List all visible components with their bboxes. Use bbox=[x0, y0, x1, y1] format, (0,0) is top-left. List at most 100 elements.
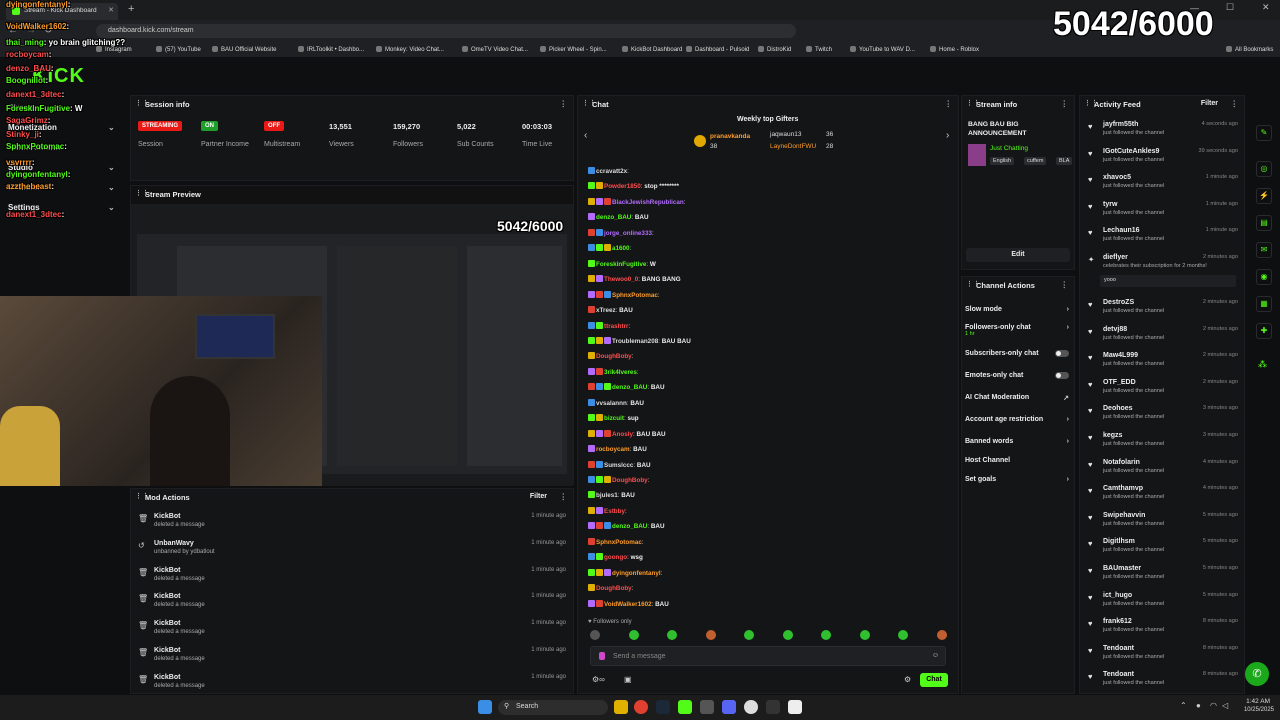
chat-username[interactable]: dyingonfentanyl bbox=[612, 570, 661, 577]
chat-message[interactable]: bizcuit: sup bbox=[588, 414, 639, 422]
clock-time[interactable]: 1:42 AM bbox=[1236, 698, 1270, 705]
chat-username[interactable]: rocboycam bbox=[596, 446, 630, 453]
mod-action-row[interactable]: 🗑 KickBot deleted a message 1 minute ago bbox=[136, 647, 570, 667]
chat-message[interactable]: 3rik4lveres: bbox=[588, 367, 639, 376]
emote-icon[interactable] bbox=[782, 630, 793, 640]
chat-username[interactable]: ForeskinFugitive bbox=[596, 261, 646, 268]
chat-username[interactable]: BlackJewishRepublican bbox=[612, 199, 684, 206]
app-icon[interactable] bbox=[700, 700, 714, 714]
chat-username[interactable]: xTreez bbox=[596, 307, 616, 314]
channel-action-followers-only-chat[interactable]: Followers-only chat 1 hr › bbox=[965, 324, 1069, 338]
activity-user[interactable]: DestroZS bbox=[1103, 299, 1134, 306]
clipboard-icon[interactable]: ▤ bbox=[1256, 215, 1272, 231]
integrations-icon[interactable]: ⁂ bbox=[1258, 359, 1267, 370]
chat-message[interactable]: denzo_BAU: BAU bbox=[588, 522, 665, 530]
chat-username[interactable]: SphnxPotomac bbox=[596, 539, 642, 546]
obs-icon[interactable] bbox=[744, 700, 758, 714]
chat-message[interactable]: jorge_online333: bbox=[588, 228, 654, 237]
close-window-icon[interactable]: ✕ bbox=[1262, 2, 1270, 13]
activity-item[interactable]: ♥ Tendoant just followed the channel 8 minu… bbox=[1088, 671, 1238, 692]
mod-action-row[interactable]: 🗑 KickBot deleted a message 1 minute ago bbox=[136, 674, 570, 694]
chat-username[interactable]: goongo bbox=[604, 554, 627, 561]
bookmark[interactable]: Instagram bbox=[96, 46, 132, 53]
settings-icon[interactable]: ⚙ bbox=[904, 675, 911, 684]
activity-item[interactable]: ♥ frank612 just followed the channel 8 minu… bbox=[1088, 618, 1238, 639]
mod-action-user[interactable]: KickBot bbox=[154, 647, 180, 654]
bookmark[interactable]: DistroKid bbox=[758, 46, 791, 53]
filter-button[interactable]: Filter bbox=[530, 493, 547, 500]
chat-username[interactable]: Thewoo0_0 bbox=[604, 276, 638, 283]
chat-message[interactable]: Estbby: bbox=[588, 506, 627, 515]
broadcast-icon[interactable]: ◉ bbox=[1256, 269, 1272, 285]
bookmark[interactable]: OmeTV Video Chat... bbox=[462, 46, 528, 53]
activity-user[interactable]: Swipehavvin bbox=[1103, 512, 1145, 519]
activity-item[interactable]: ♥ IGotCuteAnkles9 just followed the channe… bbox=[1088, 148, 1238, 169]
chat-message[interactable]: denzo_BAU: BAU bbox=[588, 383, 665, 391]
chat-message[interactable]: VoidWalker1602: BAU bbox=[588, 599, 669, 608]
chat-username[interactable]: ttrashtrr bbox=[604, 323, 629, 330]
chat-message[interactable]: BlackJewishRepublican: bbox=[588, 197, 686, 206]
channel-action-set-goals[interactable]: Set goals › bbox=[965, 476, 1069, 490]
more-icon[interactable]: ⋮ bbox=[560, 99, 568, 108]
chat-username[interactable]: Anosly bbox=[612, 431, 633, 438]
steam-icon[interactable] bbox=[656, 700, 670, 714]
target-icon[interactable]: ◎ bbox=[1256, 161, 1272, 177]
mod-action-user[interactable]: KickBot bbox=[154, 593, 180, 600]
more-icon[interactable]: ⋮ bbox=[1061, 99, 1069, 108]
activity-item[interactable]: ♥ Digitlhsm just followed the channel 5 min… bbox=[1088, 538, 1238, 559]
mod-action-row[interactable]: 🗑 KickBot deleted a message 1 minute ago bbox=[136, 593, 570, 613]
chrome-icon[interactable] bbox=[634, 700, 648, 714]
chat-username[interactable]: Sumslccc bbox=[604, 462, 633, 469]
bookmark[interactable]: (57) YouTube bbox=[156, 46, 201, 53]
activity-user[interactable]: xhavoc5 bbox=[1103, 174, 1131, 181]
tools-icon[interactable]: ⚙∞ bbox=[592, 675, 605, 684]
channel-action-account-age-restriction[interactable]: Account age restriction › bbox=[965, 416, 1069, 430]
channel-action-emotes-only-chat[interactable]: Emotes-only chat bbox=[965, 372, 1069, 386]
chat-username[interactable]: DoughBoby bbox=[596, 585, 632, 592]
clock-date[interactable]: 10/25/2025 bbox=[1232, 707, 1274, 713]
chat-username[interactable]: Powder1850 bbox=[604, 183, 641, 190]
more-icon[interactable]: ⋮ bbox=[560, 492, 568, 501]
channel-action-ai-chat-moderation[interactable]: AI Chat Moderation ↗ bbox=[965, 394, 1069, 408]
tray-chevron-icon[interactable]: ⌃ bbox=[1180, 701, 1187, 710]
chat-message[interactable]: DoughBoby: bbox=[588, 476, 649, 484]
chat-message[interactable]: ForeskinFugitive: W bbox=[588, 259, 656, 268]
chat-message[interactable]: DoughBoby: bbox=[588, 584, 633, 592]
activity-item[interactable]: ♥ jayfrm55th just followed the channel 4 se… bbox=[1088, 121, 1238, 142]
gift-box-icon[interactable]: ▣ bbox=[624, 675, 632, 684]
activity-user[interactable]: Camthamvp bbox=[1103, 485, 1143, 492]
mic-icon[interactable]: ● bbox=[1196, 701, 1201, 710]
chat-username[interactable]: 3rik4lveres bbox=[604, 369, 637, 376]
chat-username[interactable]: DoughBoby bbox=[596, 353, 632, 360]
toggle-switch[interactable] bbox=[1055, 350, 1069, 357]
activity-user[interactable]: Digitlhsm bbox=[1103, 538, 1135, 545]
activity-item[interactable]: ♥ ict_hugo just followed the channel 5 minu… bbox=[1088, 592, 1238, 613]
activity-item[interactable]: ♥ Notafolarin just followed the channel 4 m… bbox=[1088, 459, 1238, 480]
emote-icon[interactable] bbox=[821, 630, 831, 640]
calendar-icon[interactable]: ▦ bbox=[1256, 296, 1272, 312]
emote-icon[interactable] bbox=[859, 630, 870, 640]
activity-user[interactable]: dieflyer bbox=[1103, 254, 1128, 261]
bookmark[interactable]: KickBot Dashboard bbox=[622, 46, 682, 53]
activity-item[interactable]: ♥ xhavoc5 just followed the channel 1 minut… bbox=[1088, 174, 1238, 195]
kick-app-icon[interactable] bbox=[678, 700, 692, 714]
chat-message[interactable]: DoughBoby: bbox=[588, 352, 633, 360]
support-chat-icon[interactable]: ✆ bbox=[1245, 662, 1269, 686]
activity-item[interactable]: ✦ dieflyer celebrates their subscription f… bbox=[1088, 254, 1238, 287]
channel-action-subscribers-only-chat[interactable]: Subscribers-only chat bbox=[965, 350, 1069, 364]
activity-user[interactable]: frank612 bbox=[1103, 618, 1132, 625]
wifi-icon[interactable]: ◠ bbox=[1210, 701, 1217, 710]
chat-username[interactable]: Troubleman208 bbox=[612, 338, 658, 345]
chat-message[interactable]: Thewoo0_0: BANG BANG bbox=[588, 275, 681, 283]
bookmark[interactable]: Twitch bbox=[806, 46, 832, 53]
bookmark[interactable]: Dashboard - Pulsoid bbox=[686, 46, 749, 53]
mod-action-user[interactable]: KickBot bbox=[154, 620, 180, 627]
next-arrow-icon[interactable]: › bbox=[946, 130, 949, 141]
activity-user[interactable]: OTF_EDD bbox=[1103, 379, 1136, 386]
channel-action-host-channel[interactable]: Host Channel bbox=[965, 457, 1069, 471]
activity-user[interactable]: tyrw bbox=[1103, 201, 1117, 208]
chat-message[interactable]: dyingonfentanyl: bbox=[588, 568, 662, 577]
chat-username[interactable]: vvsalannn bbox=[596, 400, 627, 407]
emote-icon[interactable] bbox=[667, 630, 677, 640]
activity-item[interactable]: ♥ Maw4L999 just followed the channel 2 minu… bbox=[1088, 352, 1238, 373]
